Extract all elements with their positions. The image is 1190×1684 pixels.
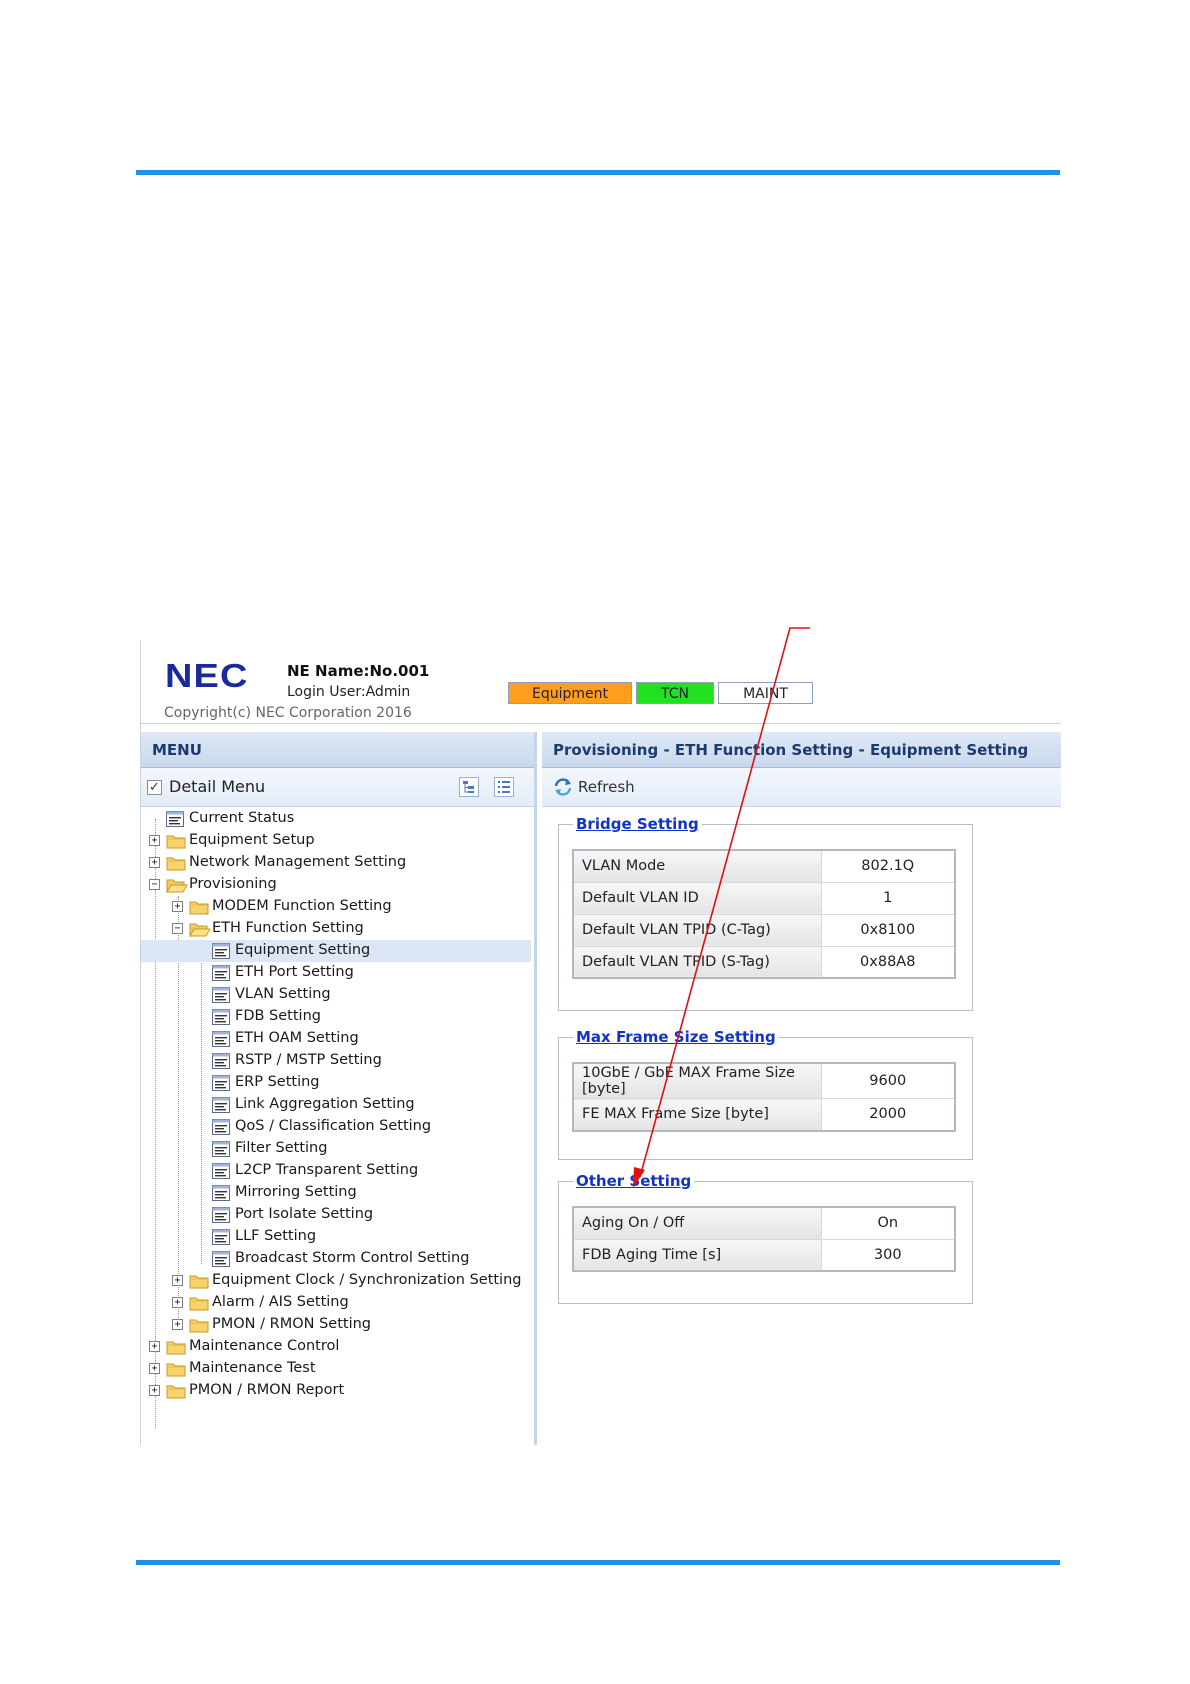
bottom-rule [136,1560,1060,1565]
annotation-arrow [633,627,810,1188]
